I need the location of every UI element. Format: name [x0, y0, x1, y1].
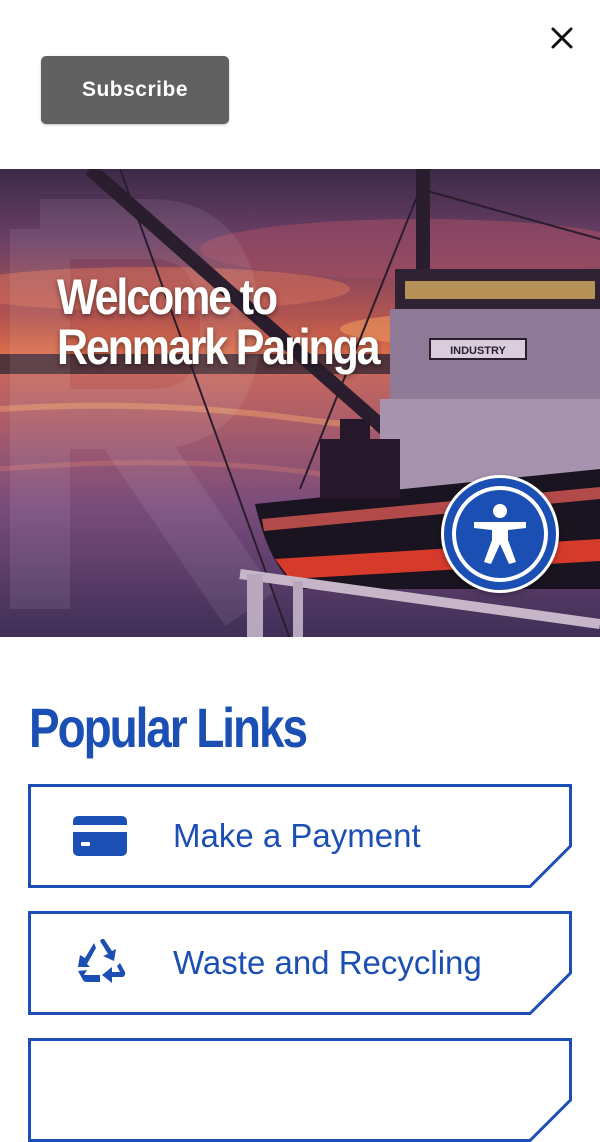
- hero-title: Welcome to Renmark Paringa: [57, 272, 470, 372]
- subscribe-button[interactable]: Subscribe: [41, 56, 229, 124]
- link-card-frame: [28, 1038, 572, 1142]
- close-icon: [551, 27, 573, 49]
- link-label: Waste and Recycling: [173, 944, 482, 981]
- recycle-icon: [70, 939, 130, 987]
- make-a-payment-link[interactable]: Make a Payment: [28, 784, 572, 888]
- hero-title-line-2: Renmark Paringa: [57, 319, 381, 375]
- hero-title-line-1: Welcome to: [57, 269, 278, 325]
- waste-and-recycling-link[interactable]: Waste and Recycling: [28, 911, 572, 1015]
- credit-card-icon: [70, 812, 130, 860]
- popular-links-title: Popular Links: [29, 696, 308, 759]
- accessibility-button[interactable]: [441, 475, 559, 593]
- close-button[interactable]: [546, 22, 578, 54]
- accessibility-ring: [452, 486, 548, 582]
- link-card-3[interactable]: [28, 1038, 572, 1142]
- link-label: Make a Payment: [173, 817, 421, 854]
- accessibility-person-icon: [474, 504, 526, 564]
